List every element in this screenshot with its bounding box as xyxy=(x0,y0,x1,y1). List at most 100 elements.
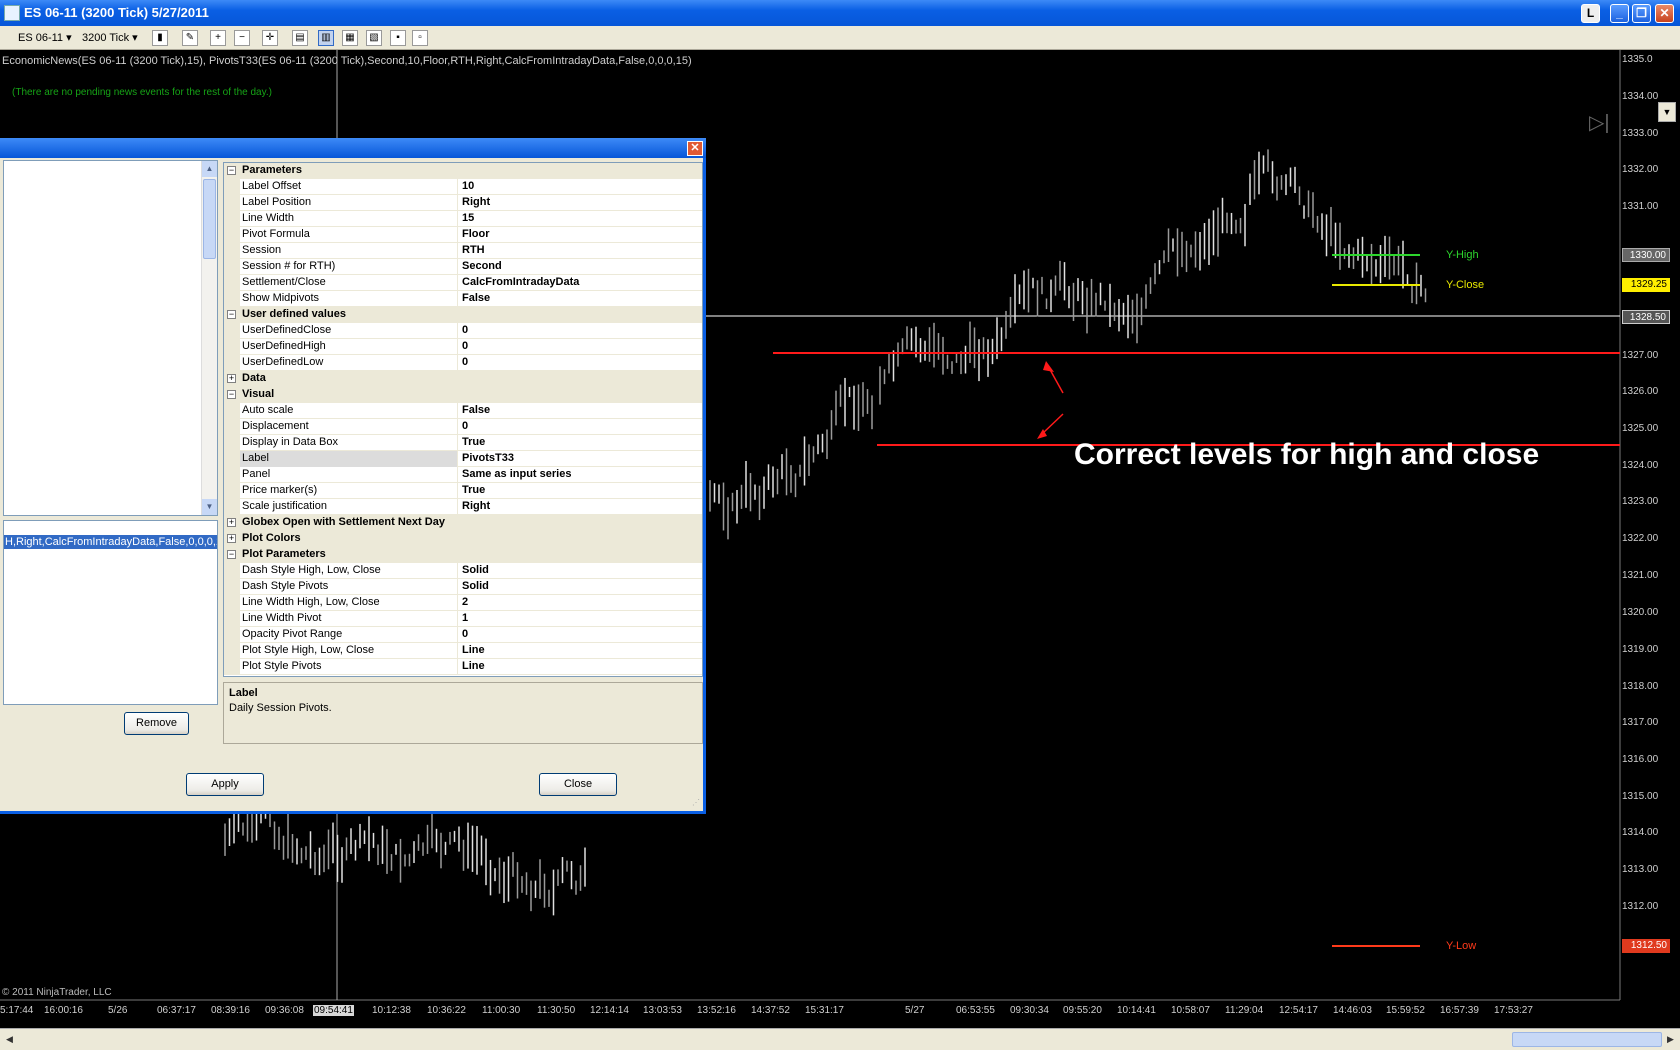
expand-icon[interactable]: + xyxy=(227,534,236,543)
grid-property-row[interactable]: UserDefinedClose 0 xyxy=(224,323,702,339)
scroll-to-end-icon[interactable]: ▷| xyxy=(1589,110,1610,135)
scroll-left-icon[interactable]: ◀ xyxy=(2,1032,17,1047)
property-value[interactable]: 0 xyxy=(459,339,702,354)
grid-property-row[interactable]: Displacement 0 xyxy=(224,419,702,435)
collapse-icon[interactable]: − xyxy=(227,166,236,175)
grid-property-row[interactable]: Label PivotsT33 xyxy=(224,451,702,467)
grid-property-row[interactable]: Session # for RTH) Second xyxy=(224,259,702,275)
minimize-button[interactable]: _ xyxy=(1610,4,1629,23)
collapse-icon[interactable]: − xyxy=(227,550,236,559)
grid-property-row[interactable]: Line Width 15 xyxy=(224,211,702,227)
indicators-icon[interactable]: ▥ xyxy=(318,30,334,46)
apply-button[interactable]: Apply xyxy=(186,773,264,796)
property-value[interactable]: True xyxy=(459,483,702,498)
grid-category[interactable]: + Data xyxy=(224,371,702,387)
properties-grid[interactable]: − Parameters Label Offset 10 Label Position R… xyxy=(223,162,703,677)
property-value[interactable]: Same as input series xyxy=(459,467,702,482)
grid-property-row[interactable]: Price marker(s) True xyxy=(224,483,702,499)
grid-category[interactable]: − Visual xyxy=(224,387,702,403)
grid-property-row[interactable]: Label Offset 10 xyxy=(224,179,702,195)
grid-property-row[interactable]: Auto scale False xyxy=(224,403,702,419)
applied-indicators-list[interactable]: H,Right,CalcFromIntradayData,False,0,0,0… xyxy=(3,520,218,705)
property-value[interactable]: 0 xyxy=(459,627,702,642)
crosshair-icon[interactable]: ✛ xyxy=(262,30,278,46)
grid-property-row[interactable]: Label Position Right xyxy=(224,195,702,211)
property-value[interactable]: 2 xyxy=(459,595,702,610)
strategies-icon[interactable]: ▦ xyxy=(342,30,358,46)
list-scrollbar[interactable]: ▲ ▼ xyxy=(201,161,217,515)
properties-icon[interactable]: ▧ xyxy=(366,30,382,46)
grid-property-row[interactable]: Plot Style High, Low, Close Line xyxy=(224,643,702,659)
grid-category[interactable]: − Plot Parameters xyxy=(224,547,702,563)
property-value[interactable]: 0 xyxy=(459,355,702,370)
collapse-icon[interactable]: − xyxy=(227,390,236,399)
grid-property-row[interactable]: Opacity Pivot Range 0 xyxy=(224,627,702,643)
grid-category[interactable]: + Plot Colors xyxy=(224,531,702,547)
grid-property-row[interactable]: UserDefinedLow 0 xyxy=(224,355,702,371)
grid-property-row[interactable]: Session RTH xyxy=(224,243,702,259)
remove-button[interactable]: Remove xyxy=(124,712,189,735)
property-value[interactable]: Solid xyxy=(459,563,702,578)
property-value[interactable]: 1 xyxy=(459,611,702,626)
grid-category[interactable]: − Parameters xyxy=(224,163,702,179)
expand-icon[interactable]: + xyxy=(227,518,236,527)
bar-type-icon[interactable]: ▮ xyxy=(152,30,168,46)
property-value[interactable]: Line xyxy=(459,643,702,658)
instrument-selector[interactable]: ES 06-11 ▾ xyxy=(18,30,72,46)
property-value[interactable]: 0 xyxy=(459,323,702,338)
save-icon[interactable]: ▪ xyxy=(390,30,406,46)
grid-property-row[interactable]: Panel Same as input series xyxy=(224,467,702,483)
collapse-icon[interactable]: − xyxy=(227,310,236,319)
property-value[interactable]: True xyxy=(459,435,702,450)
property-value[interactable]: Right xyxy=(459,499,702,514)
property-value[interactable]: Line xyxy=(459,659,702,674)
drawing-tool-icon[interactable]: ✎ xyxy=(182,30,198,46)
scroll-thumb[interactable] xyxy=(1512,1032,1662,1047)
grid-property-row[interactable]: Line Width Pivot 1 xyxy=(224,611,702,627)
property-value[interactable]: Floor xyxy=(459,227,702,242)
data-box-icon[interactable]: ▤ xyxy=(292,30,308,46)
restore-button[interactable]: ❐ xyxy=(1632,4,1651,23)
dialog-close-icon[interactable]: ✕ xyxy=(687,141,703,156)
grid-property-row[interactable]: Show Midpivots False xyxy=(224,291,702,307)
grid-property-row[interactable]: Settlement/Close CalcFromIntradayData xyxy=(224,275,702,291)
close-window-button[interactable]: ✕ xyxy=(1655,4,1674,23)
link-button[interactable]: L xyxy=(1581,4,1600,23)
grid-category[interactable]: − User defined values xyxy=(224,307,702,323)
grid-property-row[interactable]: Pivot Formula Floor xyxy=(224,227,702,243)
property-value[interactable]: False xyxy=(459,403,702,418)
grid-property-row[interactable]: Dash Style Pivots Solid xyxy=(224,579,702,595)
property-value[interactable]: 10 xyxy=(459,179,702,194)
grid-property-row[interactable]: Plot Style Pivots Line xyxy=(224,659,702,675)
close-button[interactable]: Close xyxy=(539,773,617,796)
applied-indicator-item[interactable]: H,Right,CalcFromIntradayData,False,0,0,0… xyxy=(4,535,217,549)
chart-scrollbar[interactable]: ◀ ▶ xyxy=(0,1028,1680,1050)
zoom-out-icon[interactable]: − xyxy=(234,30,250,46)
scroll-right-icon[interactable]: ▶ xyxy=(1663,1032,1678,1047)
property-value[interactable]: 0 xyxy=(459,419,702,434)
template-icon[interactable]: ▫ xyxy=(412,30,428,46)
zoom-in-icon[interactable]: + xyxy=(210,30,226,46)
grid-property-row[interactable]: UserDefinedHigh 0 xyxy=(224,339,702,355)
property-value[interactable]: Solid xyxy=(459,579,702,594)
property-value[interactable]: False xyxy=(459,291,702,306)
scroll-down-icon[interactable]: ▼ xyxy=(202,499,217,515)
property-value[interactable]: Second xyxy=(459,259,702,274)
grid-category[interactable]: + Globex Open with Settlement Next Day xyxy=(224,515,702,531)
grid-property-row[interactable]: Display in Data Box True xyxy=(224,435,702,451)
expand-icon[interactable]: + xyxy=(227,374,236,383)
property-value[interactable]: RTH xyxy=(459,243,702,258)
property-value[interactable]: Right xyxy=(459,195,702,210)
property-value[interactable]: CalcFromIntradayData xyxy=(459,275,702,290)
list-scroll-thumb[interactable] xyxy=(203,179,216,259)
scroll-up-icon[interactable]: ▲ xyxy=(202,161,217,177)
grid-property-row[interactable]: Dash Style High, Low, Close Solid xyxy=(224,563,702,579)
chart-dropdown-button[interactable]: ▼ xyxy=(1658,102,1676,122)
grid-property-row[interactable]: Line Width High, Low, Close 2 xyxy=(224,595,702,611)
resize-grip-icon[interactable]: ⋰ xyxy=(692,798,702,808)
property-value[interactable]: 15 xyxy=(459,211,702,226)
interval-selector[interactable]: 3200 Tick ▾ xyxy=(82,30,138,46)
grid-property-row[interactable]: Scale justification Right xyxy=(224,499,702,515)
available-indicators-list[interactable]: ▲ ▼ xyxy=(3,160,218,516)
property-value[interactable]: PivotsT33 xyxy=(459,451,702,466)
